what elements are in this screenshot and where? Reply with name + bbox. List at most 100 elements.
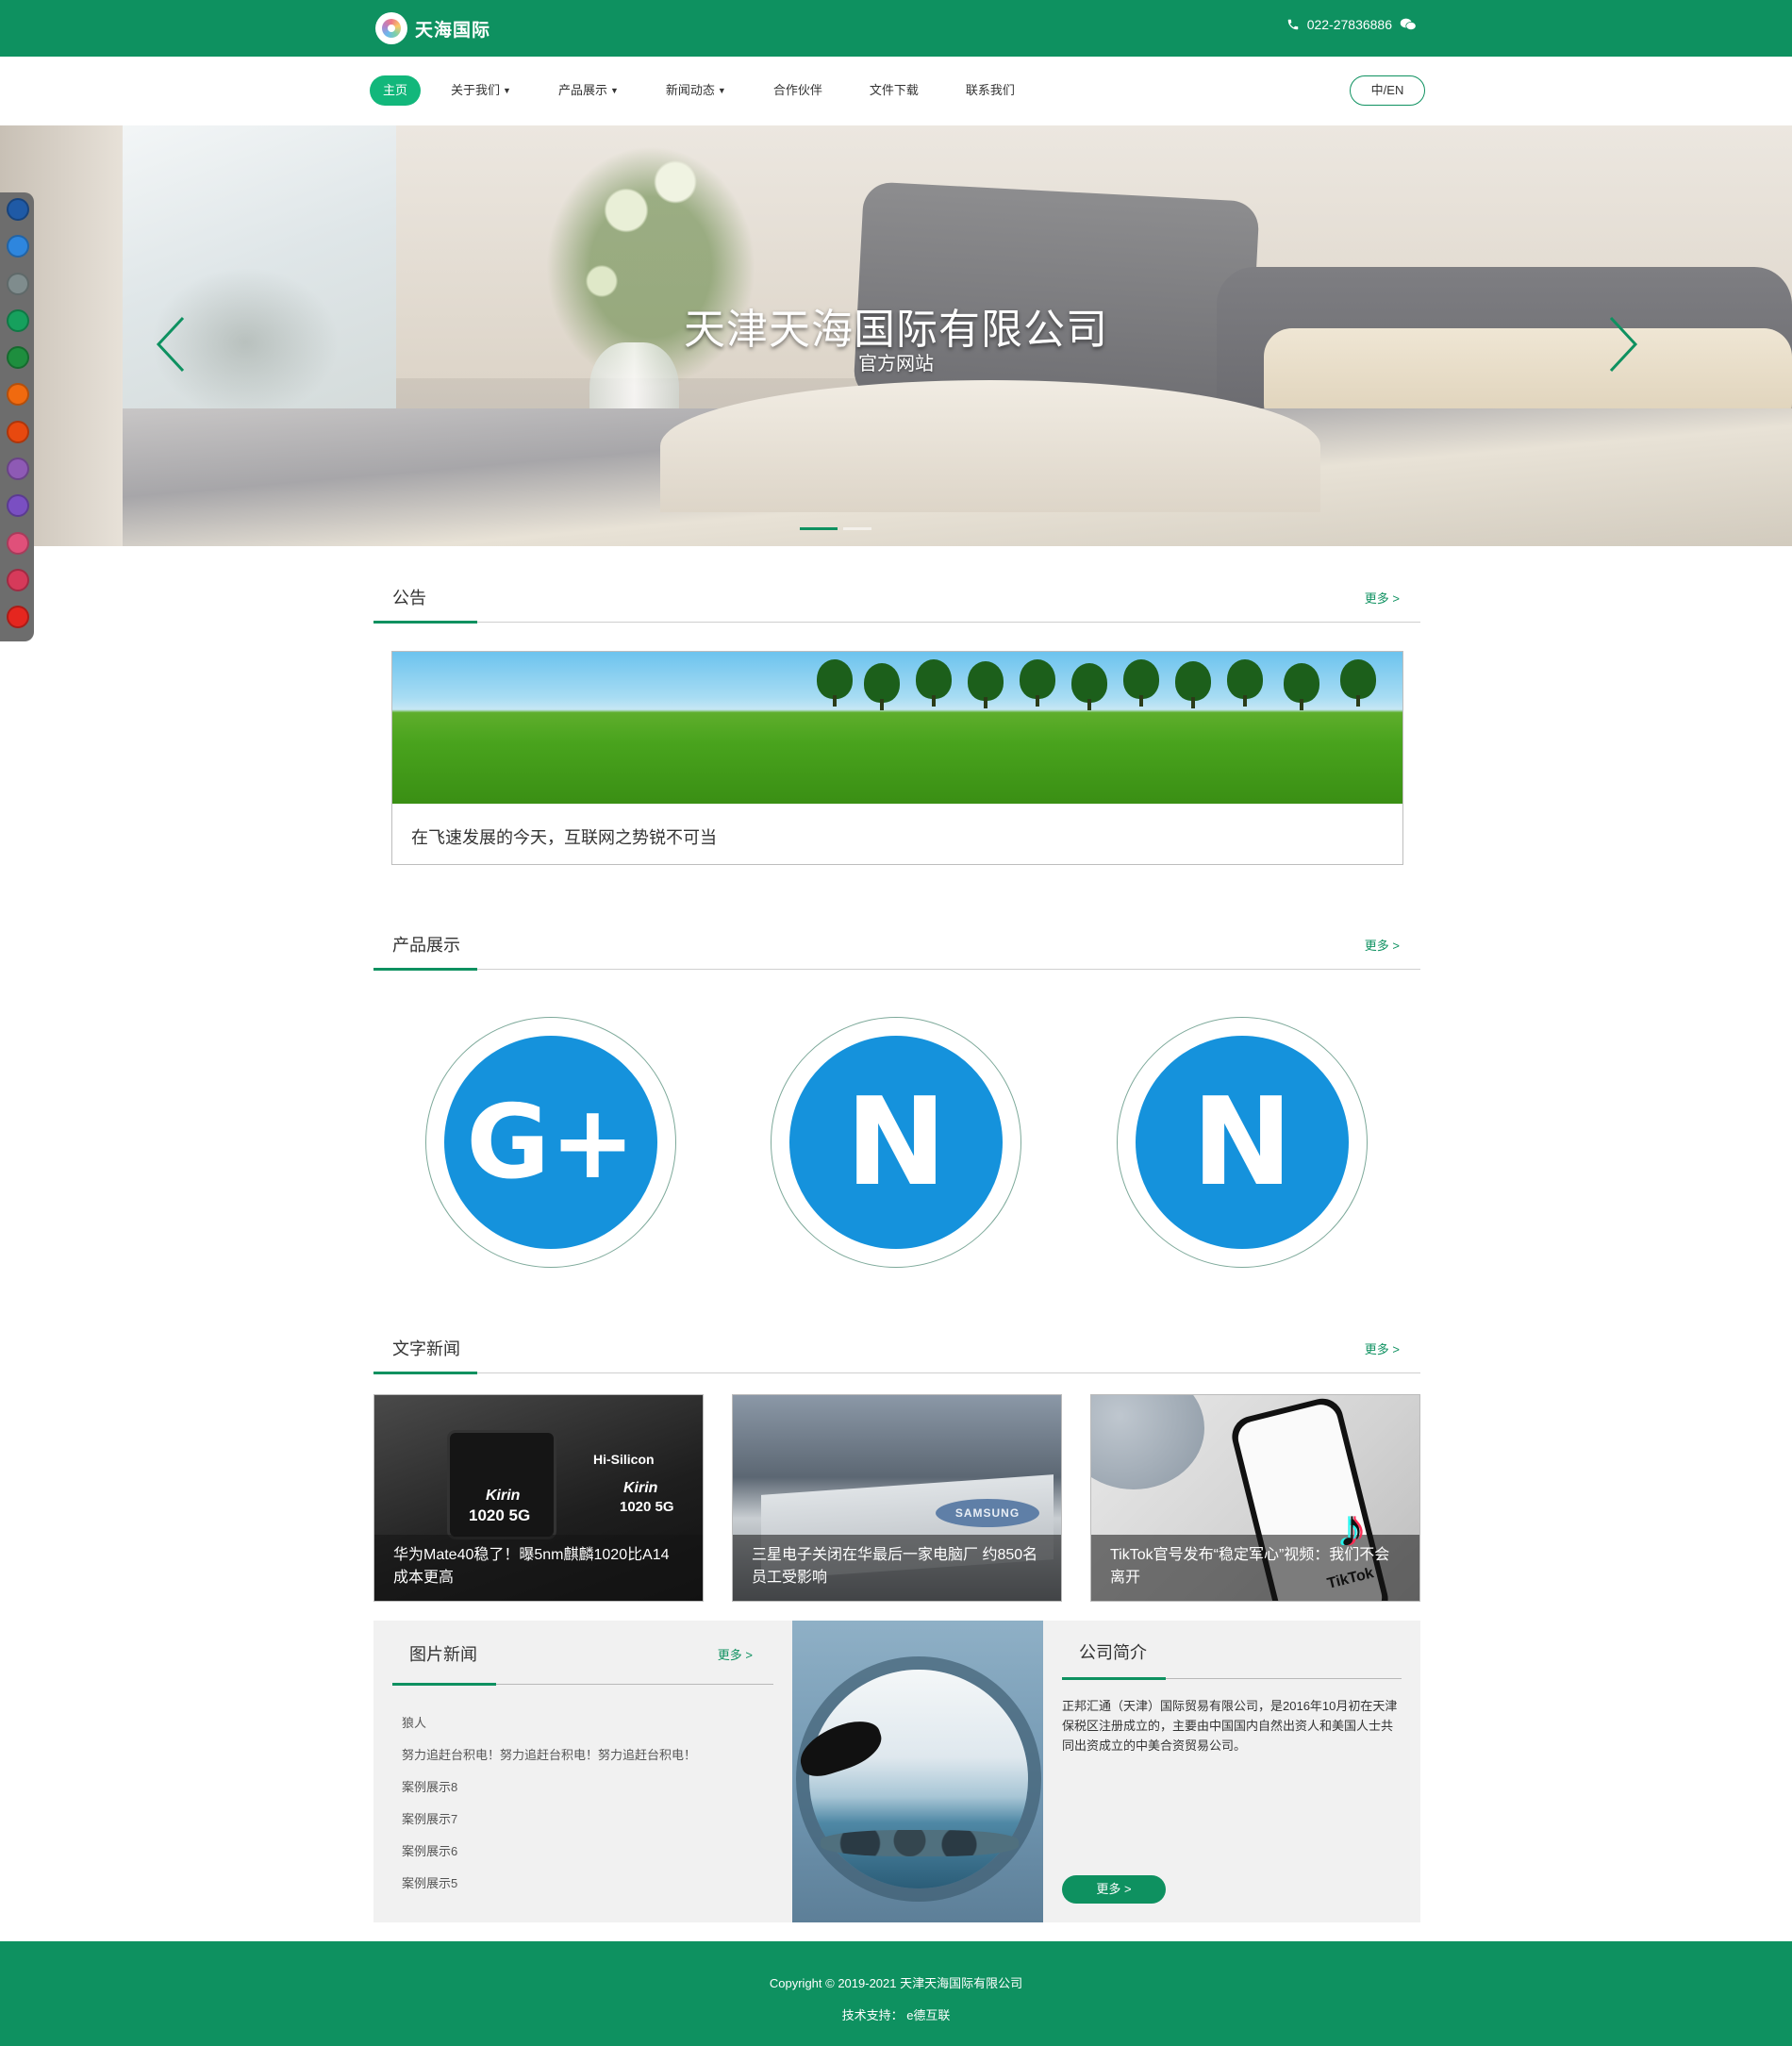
tree <box>1020 659 1055 707</box>
tree <box>968 661 1004 708</box>
title-underline <box>373 1372 477 1374</box>
color-swatch[interactable] <box>7 308 29 332</box>
top-bar: 天海国际 022-27836886 <box>0 0 1792 57</box>
chevron-left-icon[interactable] <box>153 314 191 374</box>
news-card[interactable]: SAMSUNG 三星电子关闭在华最后一家电脑厂 约850名员工受影响 <box>732 1394 1062 1602</box>
nav-item-downloads[interactable]: 文件下载 <box>856 75 932 106</box>
carousel-dot[interactable] <box>843 527 871 530</box>
brand-logo-icon <box>375 12 407 44</box>
color-swatch[interactable] <box>7 235 29 258</box>
list-item[interactable]: 案例展示5 <box>402 1868 696 1900</box>
banner-duvet <box>660 380 1320 512</box>
panel-header: 公司简介 <box>1062 1621 1402 1680</box>
more-link[interactable]: 更多 > <box>1365 589 1400 607</box>
notice-text[interactable]: 在飞速发展的今天，互联网之势锐不可当 <box>411 824 717 849</box>
brand-name: 天海国际 <box>415 20 491 41</box>
nav-label: 合作伙伴 <box>772 83 822 97</box>
chevron-right-icon[interactable] <box>1603 314 1641 374</box>
tree <box>1071 663 1107 710</box>
color-swatch[interactable] <box>7 494 29 518</box>
section-title: 产品展示 <box>392 936 460 955</box>
color-swatch[interactable] <box>7 531 29 555</box>
more-button[interactable]: 更多 > <box>1062 1875 1166 1904</box>
nav-item-news[interactable]: 新闻动态 ▼ <box>653 75 739 106</box>
chip-model-text: 1020 5G <box>620 1499 674 1515</box>
color-swatch[interactable] <box>7 420 29 443</box>
chip-model-text: 1020 5G <box>469 1506 531 1524</box>
brand-logo-link[interactable]: 天海国际 <box>375 11 490 45</box>
nav-item-home[interactable]: 主页 <box>370 75 422 106</box>
panel-header: 图片新闻 更多 > <box>392 1621 773 1686</box>
n-logo-icon: N <box>789 1036 1003 1249</box>
rocks <box>821 1830 1019 1856</box>
list-item[interactable]: 案例展示8 <box>402 1772 696 1804</box>
title-underline <box>392 1683 496 1686</box>
nav-label: 关于我们 <box>451 83 501 97</box>
language-toggle-button[interactable]: 中/EN <box>1350 75 1425 106</box>
picture-news-list: 狼人 努力追赶台积电！努力追赶台积电！努力追赶台积电！ 案例展示8 案例展示7 … <box>402 1707 696 1900</box>
more-link[interactable]: 更多 > <box>1365 936 1400 954</box>
phone-number[interactable]: 022-27836886 <box>1307 17 1392 32</box>
section-title: 公司简介 <box>1079 1643 1147 1662</box>
carousel-indicators <box>800 527 871 530</box>
banner-subtitle: 官方网站 <box>858 354 934 374</box>
tree <box>1175 661 1211 708</box>
copyright-text: Copyright © 2019-2021 天津天海国际有限公司 <box>769 1976 1023 1990</box>
product-item[interactable]: N <box>771 1017 1021 1268</box>
chip-model-text: Kirin <box>623 1480 658 1496</box>
tree <box>1123 659 1159 707</box>
list-item[interactable]: 案例展示6 <box>402 1836 696 1868</box>
tiktok-icon: ♪ <box>1338 1498 1365 1557</box>
nav-label: 产品展示 <box>557 83 607 97</box>
color-swatch[interactable] <box>7 346 29 370</box>
color-swatch[interactable] <box>7 606 29 629</box>
color-swatch[interactable] <box>7 568 29 591</box>
color-swatch[interactable] <box>7 457 29 481</box>
more-link[interactable]: 更多 > <box>1365 1339 1400 1357</box>
nav-item-products[interactable]: 产品展示 ▼ <box>545 75 632 106</box>
nav-label: 主页 <box>383 83 408 97</box>
chip-model-text: Kirin <box>486 1488 521 1504</box>
notice-card[interactable]: 在飞速发展的今天，互联网之势锐不可当 <box>391 651 1403 865</box>
product-item[interactable]: G+ <box>425 1017 676 1268</box>
nav-item-contact[interactable]: 联系我们 <box>953 75 1028 106</box>
nav-item-partners[interactable]: 合作伙伴 <box>760 75 836 106</box>
color-swatch[interactable] <box>7 383 29 407</box>
list-item[interactable]: 努力追赶台积电！努力追赶台积电！努力追赶台积电！ <box>402 1739 696 1772</box>
news-card[interactable]: Hi-Silicon Kirin 1020 5G Kirin 1020 5G 华… <box>373 1394 704 1602</box>
product-glyph: N <box>845 1072 947 1213</box>
section-title: 图片新闻 <box>409 1645 477 1664</box>
tree <box>916 659 952 707</box>
color-swatch[interactable] <box>7 198 29 221</box>
picture-news-image[interactable] <box>792 1621 1043 1922</box>
product-glyph: N <box>1191 1072 1293 1213</box>
contact-info: 022-27836886 <box>1286 17 1417 32</box>
list-item[interactable]: 狼人 <box>402 1707 696 1739</box>
news-card[interactable]: ♪ TikTok TikTok官号发布“稳定军心”视频：我们不会离开 <box>1090 1394 1420 1602</box>
news-caption: 三星电子关闭在华最后一家电脑厂 约850名员工受影响 <box>733 1535 1061 1601</box>
tech-support-text[interactable]: 技术支持： e德互联 <box>0 2005 1792 2023</box>
n-logo-icon: N <box>1136 1036 1349 1249</box>
more-link[interactable]: 更多 > <box>718 1645 753 1663</box>
theme-color-picker <box>0 192 34 641</box>
text-news-section-header: 文字新闻 更多 > <box>373 1317 1420 1374</box>
color-swatch[interactable] <box>7 272 29 295</box>
nav-label: 文件下载 <box>869 83 919 97</box>
carousel-dot[interactable] <box>800 527 838 530</box>
caret-down-icon: ▼ <box>717 86 726 95</box>
tree <box>817 659 853 707</box>
nav-item-about[interactable]: 关于我们 ▼ <box>438 75 524 106</box>
title-underline <box>373 621 477 624</box>
wechat-icon[interactable] <box>1400 17 1417 32</box>
chip-brand-text: Hi-Silicon <box>593 1452 655 1467</box>
products-section-header: 产品展示 更多 > <box>373 913 1420 971</box>
banner-title: 天津天海国际有限公司 <box>684 307 1108 353</box>
notice-section-header: 公告 更多 > <box>373 566 1420 624</box>
company-intro-panel: 公司简介 正邦汇通（天津）国际贸易有限公司，是2016年10月初在天津保税区注册… <box>1043 1621 1420 1922</box>
nav-label: 新闻动态 <box>665 83 715 97</box>
product-item[interactable]: N <box>1117 1017 1368 1268</box>
caret-down-icon: ▼ <box>609 86 619 95</box>
hero-banner: 天津天海国际有限公司 官方网站 <box>0 125 1792 546</box>
list-item[interactable]: 案例展示7 <box>402 1804 696 1836</box>
tree <box>1340 659 1376 707</box>
